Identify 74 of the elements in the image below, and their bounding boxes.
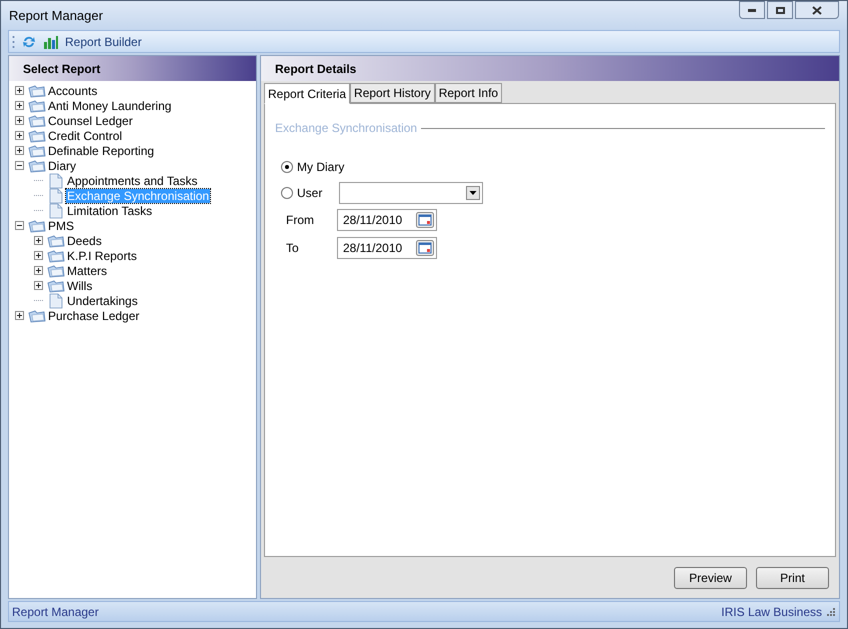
folder-icon (28, 308, 46, 322)
folder-icon (28, 218, 46, 232)
tab[interactable]: Report Criteria (264, 83, 350, 104)
tree-item[interactable]: Anti Money Laundering (47, 98, 172, 112)
close-button[interactable] (795, 1, 839, 19)
window-title: Report Manager (9, 6, 103, 25)
panel-header: Report Details (261, 56, 839, 81)
action-button[interactable]: Preview (674, 566, 747, 588)
folder-icon (28, 158, 46, 172)
expand-icon[interactable] (15, 101, 24, 110)
collapse-icon[interactable] (15, 161, 24, 170)
resize-grip-icon[interactable] (826, 606, 836, 616)
radio-label: My Diary (297, 159, 344, 176)
status-text: IRIS Law Business (721, 604, 822, 620)
document-icon (49, 202, 63, 218)
folder-icon (28, 98, 46, 112)
radio-button[interactable] (281, 161, 293, 173)
expand-icon[interactable] (34, 281, 43, 290)
expand-icon[interactable] (15, 311, 24, 320)
panel-header: Select Report (9, 56, 256, 81)
folder-icon (28, 114, 46, 128)
maximize-button[interactable] (767, 1, 793, 19)
calendar-icon[interactable] (416, 212, 434, 228)
folder-icon (28, 84, 46, 98)
tree-item[interactable]: Definable Reporting (47, 144, 156, 158)
date-field[interactable]: 28/11/2010 (337, 237, 437, 259)
tree-item[interactable]: K.P.I Reports (66, 248, 138, 262)
calendar-icon[interactable] (416, 240, 434, 256)
tree-item[interactable]: Diary (47, 158, 78, 172)
bar-chart-icon (43, 34, 59, 50)
expand-icon[interactable] (34, 266, 43, 275)
folder-icon (47, 278, 65, 292)
status-text: Report Manager (12, 604, 99, 620)
report-builder-button[interactable]: Report Builder (43, 32, 142, 50)
action-button[interactable]: Print (756, 566, 829, 588)
tree-item[interactable]: Undertakings (66, 294, 139, 308)
tree-item[interactable]: Purchase Ledger (47, 308, 140, 322)
tab[interactable]: Report History (350, 83, 435, 103)
tree-item[interactable]: Matters (66, 264, 108, 278)
folder-icon (47, 264, 65, 278)
tree-item[interactable]: Deeds (66, 234, 103, 248)
document-icon (49, 188, 63, 204)
user-dropdown[interactable] (339, 182, 483, 204)
collapse-icon[interactable] (15, 221, 24, 230)
tree-item[interactable]: Accounts (47, 84, 98, 98)
group-title: Exchange Synchronisation (275, 120, 418, 137)
close-icon (812, 6, 822, 14)
tree-item[interactable]: Credit Control (47, 128, 124, 142)
tree-item[interactable]: PMS (47, 218, 76, 232)
document-icon (49, 292, 63, 308)
caret-icon (466, 186, 480, 200)
expand-icon[interactable] (34, 236, 43, 245)
date-field[interactable]: 28/11/2010 (337, 209, 437, 231)
expand-icon[interactable] (15, 131, 24, 140)
folder-icon (28, 128, 46, 142)
tree-item[interactable]: Wills (66, 278, 94, 292)
expand-icon[interactable] (15, 146, 24, 155)
tab[interactable]: Report Info (434, 83, 502, 103)
minimize-button[interactable] (739, 1, 765, 19)
expand-icon[interactable] (15, 116, 24, 125)
tree-item[interactable]: Limitation Tasks (66, 204, 154, 218)
date-label: To (285, 240, 300, 257)
document-icon (49, 172, 63, 188)
folder-icon (47, 234, 65, 248)
tree-item[interactable]: Counsel Ledger (47, 114, 134, 128)
tree-item[interactable]: Appointments and Tasks (66, 174, 199, 188)
radio-label: User (297, 185, 324, 202)
folder-icon (47, 248, 65, 262)
folder-icon (28, 144, 46, 158)
date-label: From (285, 212, 315, 229)
radio-button[interactable] (281, 187, 293, 199)
grip-icon (12, 34, 15, 48)
expand-icon[interactable] (15, 86, 24, 95)
expand-icon[interactable] (34, 251, 43, 260)
